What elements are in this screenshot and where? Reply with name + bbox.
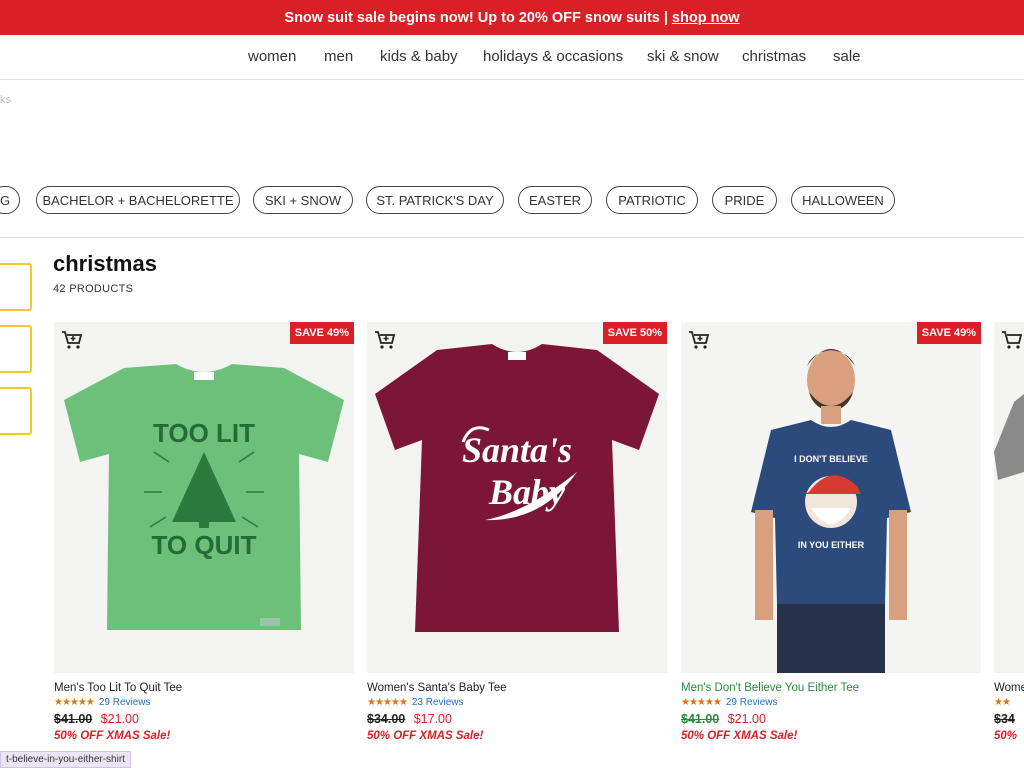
product-prices: $34.00 $17.00 — [367, 712, 667, 726]
product-count: 42 PRODUCTS — [53, 283, 134, 295]
reviews-link[interactable]: 29 Reviews — [726, 697, 778, 708]
side-filter-box[interactable] — [0, 263, 32, 311]
sale-price: $21.00 — [727, 712, 766, 726]
promo-shop-now-link[interactable]: shop now — [672, 10, 740, 26]
product-prices: $34 — [994, 712, 1024, 726]
shirt-art-line: TOO LIT — [153, 418, 255, 448]
product-card[interactable]: TOO LIT TO QUIT SAVE 49% Men's Too Lit T… — [54, 322, 354, 742]
filter-pill-pride[interactable]: PRIDE — [712, 186, 777, 214]
product-name[interactable]: Wome — [994, 682, 1024, 694]
side-filter-box[interactable] — [0, 387, 32, 435]
product-image[interactable]: I DON'T BELIEVE IN YOU EITHER SAVE 49% — [681, 322, 981, 673]
original-price: $41.00 — [681, 712, 720, 726]
save-badge: SAVE 49% — [289, 322, 354, 344]
status-bar-url: t-believe-in-you-either-shirt — [0, 751, 131, 768]
filter-pill-st-patricks[interactable]: ST. PATRICK'S DAY — [366, 186, 504, 214]
filter-pill-ski-snow[interactable]: SKI + SNOW — [253, 186, 353, 214]
product-prices: $41.00 $21.00 — [681, 712, 981, 726]
side-filter-box[interactable] — [0, 325, 32, 373]
product-card[interactable]: I DON'T BELIEVE IN YOU EITHER SAVE 49% M… — [681, 322, 981, 742]
add-to-cart-icon[interactable] — [688, 329, 710, 351]
model-jeans — [777, 604, 885, 673]
shirt-art-line: TO QUIT — [152, 530, 257, 560]
sale-note: 50% — [994, 730, 1018, 742]
original-price: $34 — [994, 712, 1015, 726]
sale-note: 50% OFF XMAS Sale! — [54, 730, 171, 742]
shirt-image: TOO LIT TO QUIT — [64, 364, 344, 630]
nav-item-men[interactable]: men — [324, 48, 353, 65]
shirt-label — [260, 618, 280, 626]
product-rating: ★★★★★ 29 Reviews — [681, 697, 981, 708]
nav-item-holidays[interactable]: holidays & occasions — [483, 48, 623, 65]
shirt-image: Santa's Baby — [375, 344, 659, 632]
shirt-tag — [508, 352, 526, 360]
page-title: christmas — [53, 251, 157, 276]
nav-item-ski-snow[interactable]: ski & snow — [647, 48, 719, 65]
product-card[interactable]: Santa's Baby SAVE 50% Women's Santa's Ba… — [367, 322, 667, 742]
section-divider — [0, 237, 1024, 238]
main-nav: women men kids & baby holidays & occasio… — [0, 35, 1024, 80]
product-name[interactable]: Men's Too Lit To Quit Tee — [54, 682, 354, 694]
sale-price: $21.00 — [100, 712, 139, 726]
original-price: $41.00 — [54, 712, 93, 726]
tree-trunk — [199, 520, 209, 528]
model-image: I DON'T BELIEVE IN YOU EITHER — [681, 322, 981, 673]
product-name[interactable]: Men's Don't Believe You Either Tee — [681, 682, 981, 694]
product-image[interactable]: TOO LIT TO QUIT SAVE 49% — [54, 322, 354, 673]
add-to-cart-icon[interactable] — [374, 329, 396, 351]
sale-note: 50% OFF XMAS Sale! — [367, 730, 484, 742]
shirt-body — [994, 394, 1024, 480]
filter-pill-partial[interactable]: G — [0, 186, 20, 214]
breadcrumb[interactable]: ks — [0, 94, 11, 106]
product-image[interactable]: Santa's Baby SAVE 50% — [367, 322, 667, 673]
sale-price: $17.00 — [413, 712, 452, 726]
filter-pill-bachelor[interactable]: BACHELOR + BACHELORETTE — [36, 186, 240, 214]
original-price: $34.00 — [367, 712, 406, 726]
product-name[interactable]: Women's Santa's Baby Tee — [367, 682, 667, 694]
nav-item-kids-baby[interactable]: kids & baby — [380, 48, 458, 65]
shirt-image — [994, 394, 1024, 480]
model-arm — [755, 510, 773, 620]
star-rating-icon: ★★★★★ — [54, 697, 95, 708]
product-image[interactable] — [994, 322, 1024, 673]
filter-pill-easter[interactable]: EASTER — [518, 186, 592, 214]
shirt-art-line: IN YOU EITHER — [798, 540, 865, 550]
filter-pill-halloween[interactable]: HALLOWEEN — [791, 186, 895, 214]
shirt-tag — [194, 372, 214, 380]
model-arm — [889, 510, 907, 620]
reviews-link[interactable]: 29 Reviews — [99, 697, 151, 708]
filter-pill-patriotic[interactable]: PATRIOTIC — [606, 186, 698, 214]
star-rating-icon: ★★★★★ — [367, 697, 408, 708]
add-to-cart-icon[interactable] — [61, 329, 83, 351]
product-prices: $41.00 $21.00 — [54, 712, 354, 726]
promo-banner: Snow suit sale begins now! Up to 20% OFF… — [0, 0, 1024, 35]
product-rating: ★★★★★ 29 Reviews — [54, 697, 354, 708]
nav-item-sale[interactable]: sale — [833, 48, 861, 65]
promo-text: Snow suit sale begins now! Up to 20% OFF… — [284, 9, 668, 26]
reviews-link[interactable]: 23 Reviews — [412, 697, 464, 708]
model-neck — [821, 406, 841, 424]
add-to-cart-icon[interactable] — [1001, 329, 1023, 351]
shirt-art-line: I DON'T BELIEVE — [794, 454, 868, 464]
sale-note: 50% OFF XMAS Sale! — [681, 730, 798, 742]
nav-item-christmas[interactable]: christmas — [742, 48, 806, 65]
product-rating: ★★★★★ 23 Reviews — [367, 697, 667, 708]
product-rating: ★★ — [994, 697, 1024, 708]
shirt-art-line: Santa's — [462, 430, 572, 470]
star-rating-icon: ★★ — [994, 697, 1011, 708]
product-card-partial[interactable]: Wome ★★ $34 50% — [994, 322, 1024, 742]
star-rating-icon: ★★★★★ — [681, 697, 722, 708]
save-badge: SAVE 50% — [602, 322, 667, 344]
save-badge: SAVE 49% — [916, 322, 981, 344]
nav-item-women[interactable]: women — [248, 48, 296, 65]
